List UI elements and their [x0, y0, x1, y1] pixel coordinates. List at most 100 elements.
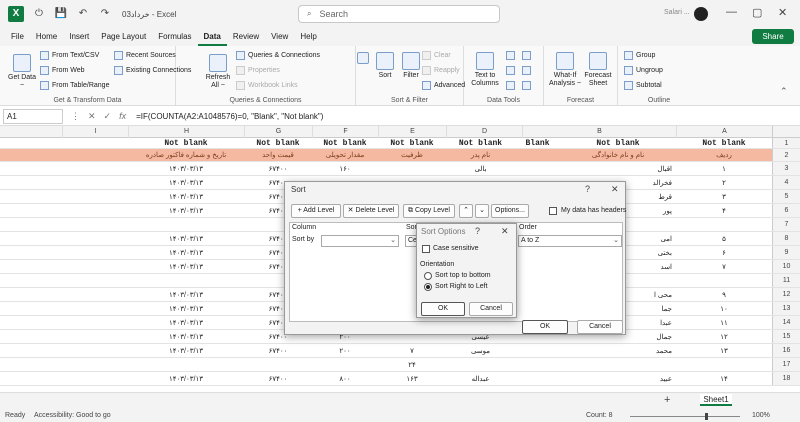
- col-head-F[interactable]: F: [312, 126, 378, 138]
- cancel-button[interactable]: Cancel: [577, 320, 623, 334]
- clear-button[interactable]: Clear: [422, 51, 451, 60]
- select-all-corner[interactable]: [772, 126, 800, 138]
- sheet-tab[interactable]: Sheet1: [700, 394, 732, 406]
- cell[interactable]: ۱۴۰۳/۰۳/۱۳: [128, 288, 244, 301]
- from-table-range-button[interactable]: From Table/Range: [40, 81, 109, 90]
- cell[interactable]: ۱۴۰۳/۰۳/۱۳: [128, 162, 244, 175]
- row-header[interactable]: 5: [772, 190, 800, 203]
- cell[interactable]: ۱: [676, 162, 772, 175]
- zoom-slider[interactable]: [630, 416, 740, 417]
- row-header[interactable]: 11: [772, 274, 800, 287]
- cell[interactable]: اقبال: [560, 162, 676, 175]
- cell[interactable]: ۶۷۴۰۰: [244, 162, 312, 175]
- cell[interactable]: [676, 218, 772, 231]
- queries-connections-button[interactable]: Queries & Connections: [236, 51, 320, 60]
- menu-home[interactable]: Home: [30, 28, 63, 46]
- cell[interactable]: [378, 162, 446, 175]
- help-icon[interactable]: ?: [475, 226, 480, 236]
- cell[interactable]: [244, 358, 312, 371]
- properties-button[interactable]: Properties: [236, 66, 280, 75]
- table-row[interactable]: 18 ۱۴ عبید عبداله ۱۶۳ ۸۰۰ ۶۷۴۰۰ ۱۴۰۳/۰۳/۱۳: [0, 372, 800, 386]
- cell[interactable]: Not blank: [128, 138, 244, 148]
- row-header[interactable]: 17: [772, 358, 800, 371]
- cell[interactable]: محمد: [560, 344, 676, 357]
- cell[interactable]: ۱۴۰۳/۰۳/۱۳: [128, 302, 244, 315]
- close-window-icon[interactable]: ✕: [778, 6, 787, 19]
- refresh-all-button[interactable]: Refresh All ~: [204, 54, 232, 90]
- menu-help[interactable]: Help: [294, 28, 322, 46]
- row-header[interactable]: 2: [772, 149, 800, 161]
- close-icon[interactable]: ✕: [501, 226, 509, 237]
- save-icon[interactable]: 💾: [54, 7, 68, 21]
- cell[interactable]: عبید: [560, 372, 676, 385]
- cell[interactable]: ۱۴۰۳/۰۳/۱۳: [128, 330, 244, 343]
- row-header[interactable]: 7: [772, 218, 800, 231]
- row-header[interactable]: 9: [772, 246, 800, 259]
- cell[interactable]: Blank: [515, 138, 560, 148]
- move-up-button[interactable]: ⌃: [459, 204, 473, 218]
- text-to-columns-button[interactable]: Text to Columns: [468, 52, 502, 88]
- cell[interactable]: ۱۴۰۳/۰۳/۱۳: [128, 344, 244, 357]
- options-button[interactable]: Options...: [491, 204, 529, 218]
- copy-level-button[interactable]: ⧉ Copy Level: [403, 204, 455, 218]
- collapse-ribbon-icon[interactable]: ⌃: [780, 86, 788, 97]
- ungroup-button[interactable]: Ungroup: [624, 66, 663, 75]
- row-header[interactable]: 4: [772, 176, 800, 189]
- cell[interactable]: [128, 274, 244, 287]
- relationships-icon[interactable]: [522, 66, 534, 75]
- row-header[interactable]: 8: [772, 232, 800, 245]
- cell[interactable]: ۵: [676, 232, 772, 245]
- data-validation-icon[interactable]: [506, 81, 518, 90]
- get-data-button[interactable]: Get Data ~: [8, 54, 36, 90]
- cell[interactable]: ۴: [676, 204, 772, 217]
- cell[interactable]: ۶: [676, 246, 772, 259]
- reapply-button[interactable]: Reapply: [422, 66, 460, 75]
- flash-fill-icon[interactable]: [506, 51, 518, 60]
- cell[interactable]: ۱۴۰۳/۰۳/۱۳: [128, 316, 244, 329]
- cell[interactable]: Not blank: [312, 138, 378, 148]
- col-head-A[interactable]: A: [676, 126, 772, 138]
- cell[interactable]: ۱۰: [676, 302, 772, 315]
- table-row[interactable]: 1 Not blank Not blank Blank Not blank Not bla…: [0, 138, 800, 149]
- cell[interactable]: Not blank: [676, 138, 772, 148]
- cell[interactable]: نام و نام خانوادگی: [560, 149, 676, 161]
- zoom-level[interactable]: 100%: [752, 412, 770, 419]
- cell[interactable]: ۷: [676, 260, 772, 273]
- delete-level-button[interactable]: ✕ Delete Level: [343, 204, 399, 218]
- menu-file[interactable]: File: [5, 28, 30, 46]
- col-head-H[interactable]: H: [128, 126, 244, 138]
- ok-button[interactable]: OK: [522, 320, 568, 334]
- help-icon[interactable]: ?: [585, 184, 590, 194]
- add-sheet-button[interactable]: +: [664, 394, 670, 406]
- row-header[interactable]: 1: [772, 138, 800, 148]
- table-row[interactable]: 16 ۱۳ محمد موسی ۷ ۲۰۰ ۶۷۴۰۰ ۱۴۰۳/۰۳/۱۳: [0, 344, 800, 358]
- col-head-D[interactable]: D: [446, 126, 522, 138]
- row-header[interactable]: 16: [772, 344, 800, 357]
- cell[interactable]: ۱۲: [676, 330, 772, 343]
- cell[interactable]: ۲: [676, 176, 772, 189]
- cancel-button[interactable]: Cancel: [469, 302, 513, 316]
- col-head-I[interactable]: I: [62, 126, 128, 138]
- filter-button[interactable]: Filter: [398, 52, 424, 80]
- menu-view[interactable]: View: [265, 28, 294, 46]
- case-sensitive-checkbox[interactable]: [422, 245, 430, 253]
- cell[interactable]: ۸۰۰: [312, 372, 378, 385]
- accessibility-status[interactable]: Accessibility: Good to go: [34, 412, 111, 419]
- move-down-button[interactable]: ⌄: [475, 204, 489, 218]
- redo-icon[interactable]: ↷: [98, 7, 112, 21]
- user-name[interactable]: Salari ...: [664, 9, 690, 16]
- cell[interactable]: ۲۴: [378, 358, 446, 371]
- menu-data[interactable]: Data: [197, 28, 227, 46]
- cell[interactable]: ۱۴۰۳/۰۳/۱۳: [128, 232, 244, 245]
- cell[interactable]: موسی: [446, 344, 515, 357]
- minimize-icon[interactable]: —: [726, 6, 737, 18]
- menu-formulas[interactable]: Formulas: [152, 28, 197, 46]
- col-head-B[interactable]: B: [522, 126, 676, 138]
- cell[interactable]: [128, 358, 244, 371]
- row-header[interactable]: 18: [772, 372, 800, 385]
- cell[interactable]: ۶۷۴۰۰: [244, 372, 312, 385]
- cell[interactable]: [515, 149, 560, 161]
- cell[interactable]: ظرفیت: [378, 149, 446, 161]
- cell[interactable]: ۲۰۰: [312, 344, 378, 357]
- cell[interactable]: ۱۴۰۳/۰۳/۱۳: [128, 190, 244, 203]
